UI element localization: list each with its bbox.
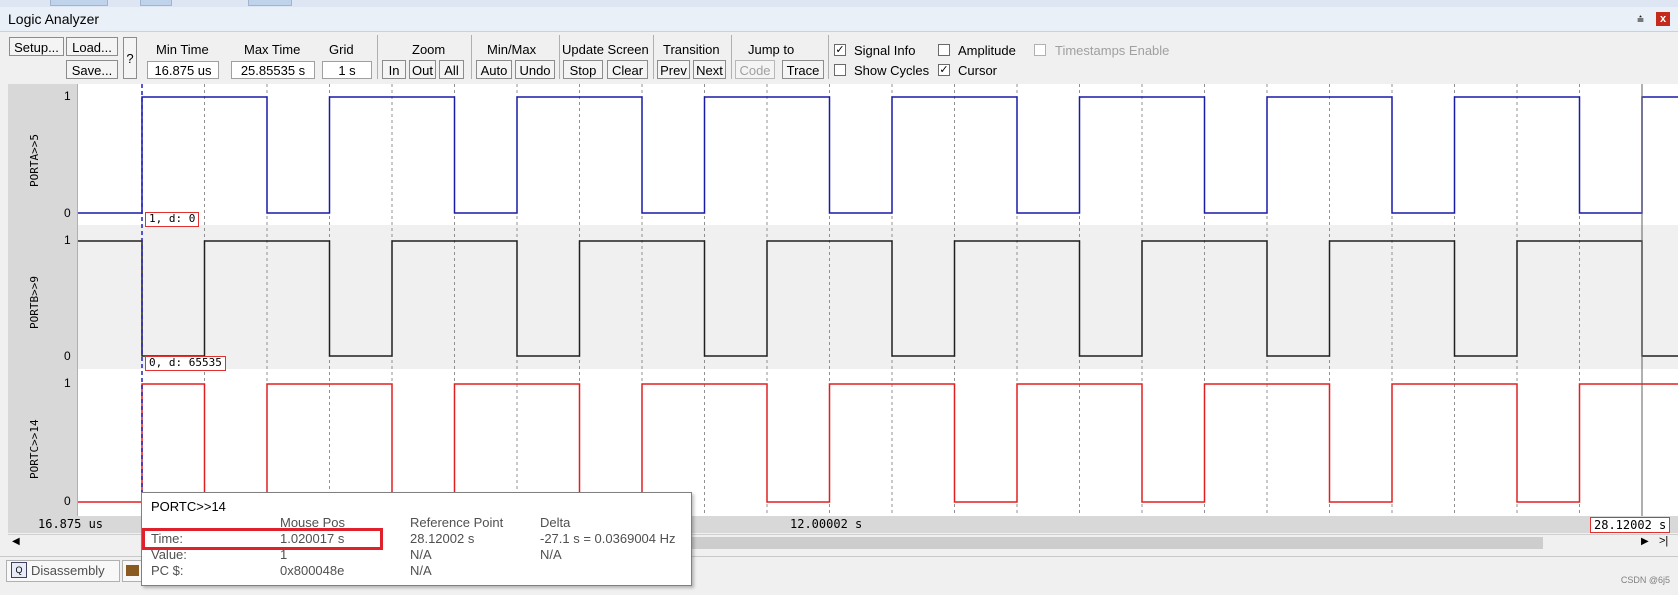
- timestamps-checkbox[interactable]: [1034, 44, 1046, 56]
- tooltip-time-ref: 28.12002 s: [410, 531, 475, 546]
- top-window-strip: [0, 0, 1678, 7]
- minmax-label: Min/Max: [487, 42, 537, 57]
- zoom-out-button[interactable]: Out: [409, 60, 436, 79]
- amplitude-checkbox[interactable]: [938, 44, 950, 56]
- load-button[interactable]: Load...: [66, 37, 118, 56]
- watermark: CSDN @6j5: [1620, 575, 1670, 585]
- grid-value: 1 s: [322, 61, 372, 79]
- low-level-label: 0: [64, 349, 71, 363]
- scroll-thumb[interactable]: [688, 537, 1543, 549]
- window-titlebar: Logic Analyzer ⩮ x: [0, 7, 1678, 32]
- plot-band-porta: [78, 84, 1678, 225]
- transition-prev-button[interactable]: Prev: [657, 60, 690, 79]
- tab-disassembly-label: Disassembly: [31, 563, 105, 578]
- update-screen-label: Update Screen: [562, 42, 649, 57]
- show-cycles-checkbox[interactable]: [834, 64, 846, 76]
- divider: [731, 35, 732, 79]
- signal-name: PORTA>>5: [28, 133, 41, 187]
- time-row-highlight: [142, 528, 383, 550]
- close-icon[interactable]: x: [1656, 12, 1670, 26]
- time-right-label: 28.12002 s: [1590, 517, 1671, 533]
- show-cycles-label: Show Cycles: [854, 63, 930, 78]
- zoom-in-button[interactable]: In: [382, 60, 406, 79]
- save-button[interactable]: Save...: [66, 60, 118, 79]
- signal-tooltip: PORTC>>14 Mouse Pos Reference Point Delt…: [141, 492, 692, 586]
- low-level-label: 0: [64, 494, 71, 508]
- tab-disassembly[interactable]: Q Disassembly: [6, 560, 120, 582]
- divider: [377, 35, 378, 79]
- scroll-end-icon[interactable]: >|: [1659, 535, 1668, 547]
- signal-info-porta: 1, d: 0: [145, 212, 200, 227]
- amplitude-label: Amplitude: [958, 43, 1016, 58]
- jump-code-button[interactable]: Code: [735, 60, 775, 79]
- transition-next-button[interactable]: Next: [693, 60, 726, 79]
- minmax-undo-button[interactable]: Undo: [515, 60, 555, 79]
- tooltip-value-delta: N/A: [540, 547, 562, 562]
- divider: [828, 35, 829, 79]
- jump-to-label: Jump to: [748, 42, 795, 57]
- tooltip-header-ref: Reference Point: [410, 515, 504, 530]
- min-time-value: 16.875 us: [147, 61, 219, 79]
- signal-label-porta[interactable]: PORTA>>5 1 0: [8, 84, 78, 225]
- divider: [471, 35, 472, 79]
- tooltip-pc-label: PC $:: [151, 563, 184, 578]
- update-stop-button[interactable]: Stop: [563, 60, 603, 79]
- transition-label: Transition: [663, 42, 720, 57]
- high-level-label: 1: [64, 89, 71, 103]
- signal-name: PORTC>>14: [28, 418, 41, 479]
- cursor-checkbox[interactable]: ✓: [938, 64, 950, 76]
- scroll-left-icon[interactable]: ◀: [12, 536, 20, 547]
- pin-icon[interactable]: ⩮: [1637, 12, 1644, 27]
- plot-band-portb: [78, 225, 1678, 369]
- min-time-label: Min Time: [156, 42, 209, 57]
- signal-info-checkbox[interactable]: ✓: [834, 44, 846, 56]
- high-level-label: 1: [64, 233, 71, 247]
- scroll-right-icon[interactable]: ▶: [1641, 536, 1649, 547]
- tooltip-pc-ref: N/A: [410, 563, 432, 578]
- jump-trace-button[interactable]: Trace: [782, 60, 824, 79]
- signal-name: PORTB>>9: [28, 276, 41, 329]
- disassembly-icon: Q: [11, 562, 27, 578]
- window-title: Logic Analyzer: [8, 11, 100, 27]
- minmax-auto-button[interactable]: Auto: [476, 60, 512, 79]
- high-level-label: 1: [64, 376, 71, 390]
- strip-fragment: [50, 0, 108, 6]
- setup-button[interactable]: Setup...: [9, 37, 64, 56]
- divider: [653, 35, 654, 79]
- timestamps-label: Timestamps Enable: [1055, 43, 1170, 58]
- tooltip-signal-name: PORTC>>14: [151, 499, 226, 514]
- grid-label: Grid: [329, 42, 354, 57]
- signal-label-portc[interactable]: PORTC>>14 1 0: [8, 369, 78, 516]
- max-time-value: 25.85535 s: [231, 61, 315, 79]
- signal-info-portb: 0, d: 65535: [145, 356, 226, 371]
- tooltip-header-delta: Delta: [540, 515, 571, 530]
- help-button[interactable]: ?: [123, 37, 137, 79]
- divider: [559, 35, 560, 79]
- tooltip-time-delta: -27.1 s = 0.0369004 Hz: [540, 531, 676, 546]
- low-level-label: 0: [64, 206, 71, 220]
- tooltip-value-ref: N/A: [410, 547, 432, 562]
- zoom-all-button[interactable]: All: [439, 60, 464, 79]
- zoom-label: Zoom: [412, 42, 446, 57]
- cursor-label: Cursor: [958, 63, 998, 78]
- logic-analyzer-icon: [126, 565, 139, 576]
- waveform-area[interactable]: [78, 84, 1678, 516]
- strip-fragment: [248, 0, 292, 6]
- strip-fragment: [140, 0, 172, 6]
- time-middle-label: 12.00002 s: [790, 517, 863, 531]
- max-time-label: Max Time: [244, 42, 301, 57]
- update-clear-button[interactable]: Clear: [607, 60, 648, 79]
- signal-label-portb[interactable]: PORTB>>9 1 0: [8, 225, 78, 369]
- tooltip-pc-mouse: 0x800048e: [280, 563, 345, 578]
- signal-info-label: Signal Info: [854, 43, 916, 58]
- time-left-label: 16.875 us: [38, 517, 104, 531]
